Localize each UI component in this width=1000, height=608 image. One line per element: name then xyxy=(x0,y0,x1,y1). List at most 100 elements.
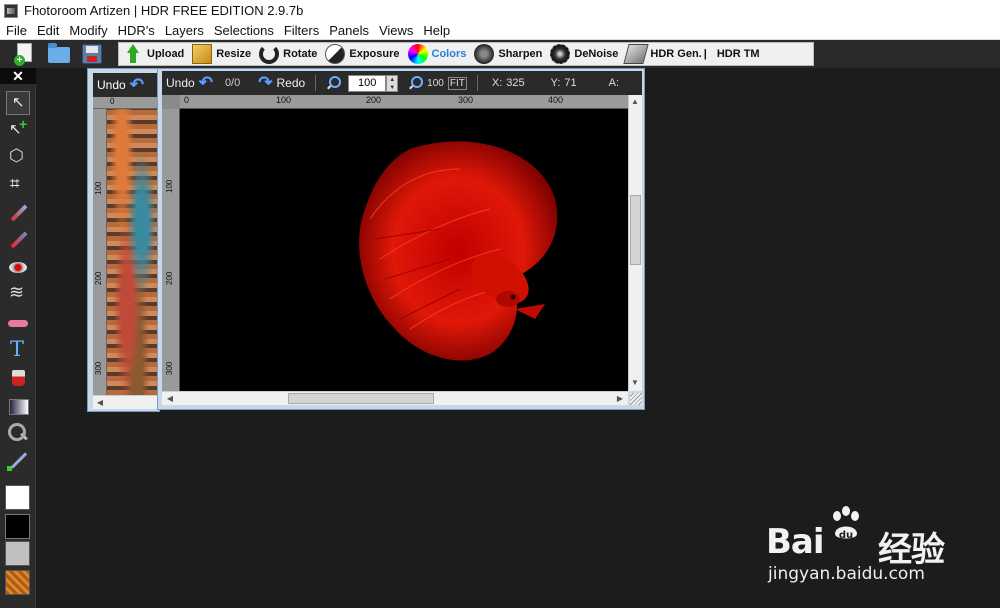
image-horizontal-scrollbar[interactable]: ◀ ▶ xyxy=(162,391,628,405)
undo-arrow-icon: ↶ xyxy=(198,73,213,92)
close-panel-button[interactable]: ✕ xyxy=(0,68,36,84)
ruler-label: 0 xyxy=(184,95,190,105)
menu-file[interactable]: File xyxy=(2,23,31,38)
eraser-icon[interactable] xyxy=(6,311,30,335)
ruler-label: 300 xyxy=(458,95,474,105)
hdr-gen-icon xyxy=(623,44,650,64)
ruler-label: 400 xyxy=(548,95,564,105)
zoom-fit-button[interactable]: FIT xyxy=(447,76,467,90)
menu-views[interactable]: Views xyxy=(375,23,417,38)
menu-panels[interactable]: Panels xyxy=(325,23,373,38)
smudge-icon[interactable] xyxy=(6,282,30,307)
text-icon[interactable] xyxy=(6,337,30,362)
menu-layers[interactable]: Layers xyxy=(161,23,208,38)
red-eye-icon[interactable] xyxy=(6,256,30,280)
horizontal-scroll-thumb[interactable] xyxy=(288,393,434,404)
image-canvas[interactable] xyxy=(180,109,628,391)
fill-bucket-icon[interactable] xyxy=(6,366,30,390)
rotate-icon xyxy=(259,44,280,64)
gradient-icon[interactable] xyxy=(6,394,30,418)
scroll-up-arrow-icon[interactable]: ▲ xyxy=(629,96,641,108)
image-window: Undo ↶ 0/0 ↷ Redo 100 ▲ ▼ 100 FIT X: 325 … xyxy=(157,68,645,410)
tertiary-color-swatch[interactable] xyxy=(5,541,30,566)
toolbar-divider xyxy=(476,75,478,91)
ruler-label: 200 xyxy=(165,271,174,285)
vertical-scroll-thumb[interactable] xyxy=(630,195,641,265)
scroll-left-arrow-icon[interactable]: ◀ xyxy=(164,393,176,405)
image-toolbar: Undo ↶ 0/0 ↷ Redo 100 ▲ ▼ 100 FIT X: 325 … xyxy=(162,71,642,95)
ruler-label: 0 xyxy=(110,97,115,106)
resize-button[interactable]: Resize xyxy=(188,43,255,65)
zoom-out-icon[interactable] xyxy=(408,76,424,90)
save-disk-icon[interactable] xyxy=(80,42,104,66)
pencil-icon[interactable] xyxy=(6,228,30,252)
zoom-100-button[interactable]: 100 xyxy=(427,78,444,89)
menu-edit[interactable]: Edit xyxy=(33,23,63,38)
menu-filters[interactable]: Filters xyxy=(280,23,323,38)
layers-ruler-left: 100 200 300 xyxy=(93,109,107,395)
scroll-right-arrow-icon[interactable]: ▶ xyxy=(614,393,626,405)
resize-grip-icon[interactable] xyxy=(630,393,642,405)
baidu-paw-icon: du xyxy=(833,506,859,541)
layer-thumbnail[interactable] xyxy=(107,109,157,395)
hdr-gen-button[interactable]: HDR Gen. | xyxy=(622,43,712,65)
menu-bar: File Edit Modify HDR's Layers Selections… xyxy=(0,21,1000,40)
exposure-label: Exposure xyxy=(349,48,400,60)
toolbar-separator: | xyxy=(703,48,707,60)
hdr-tm-label: HDR TM xyxy=(716,48,760,60)
rotate-button[interactable]: Rotate xyxy=(255,43,321,65)
layers-panel: Undo ↶ 0 100 200 300 ◀ xyxy=(87,68,160,412)
menu-hdrs[interactable]: HDR's xyxy=(114,23,159,38)
image-redo-label: Redo xyxy=(276,76,306,90)
new-file-icon[interactable]: + xyxy=(14,42,38,66)
menu-modify[interactable]: Modify xyxy=(65,23,111,38)
color-wheel-icon xyxy=(407,44,428,64)
select-arrow-icon[interactable] xyxy=(6,91,30,115)
denoise-button[interactable]: DeNoise xyxy=(546,43,622,65)
upload-button[interactable]: Upload xyxy=(119,43,188,65)
primary-color-swatch[interactable] xyxy=(5,485,30,510)
colors-label: Colors xyxy=(431,48,467,60)
betta-fish-image xyxy=(359,141,558,361)
scroll-down-arrow-icon[interactable]: ▼ xyxy=(629,377,641,389)
zoom-in-icon[interactable] xyxy=(326,76,342,90)
color-picker-icon[interactable] xyxy=(6,449,30,473)
crop-icon[interactable] xyxy=(6,174,30,198)
folder-shape xyxy=(48,43,70,63)
layers-undo-button[interactable]: Undo ↶ xyxy=(93,73,157,97)
open-folder-icon[interactable] xyxy=(47,42,71,66)
image-undo-label: Undo xyxy=(166,76,195,90)
hdr-tm-button[interactable]: HDR TM xyxy=(713,43,764,65)
title-bar: Fhotoroom Artizen | HDR FREE EDITION 2.9… xyxy=(0,0,1000,21)
resize-icon xyxy=(192,44,213,64)
lasso-icon[interactable] xyxy=(6,146,30,170)
undo-arrow-icon: ↶ xyxy=(129,75,144,94)
zoom-spinner[interactable]: ▲ ▼ xyxy=(386,74,399,92)
zoom-icon[interactable] xyxy=(6,421,30,445)
exposure-button[interactable]: Exposure xyxy=(321,43,403,65)
scroll-left-arrow-icon[interactable]: ◀ xyxy=(94,397,106,409)
menu-selections[interactable]: Selections xyxy=(210,23,278,38)
image-redo-button[interactable]: ↷ Redo xyxy=(258,73,305,93)
app-icon xyxy=(4,3,18,18)
redo-arrow-icon: ↷ xyxy=(258,73,273,92)
layers-horizontal-scrollbar[interactable]: ◀ xyxy=(93,395,157,409)
brush-icon[interactable] xyxy=(6,201,30,225)
disk-shape xyxy=(82,44,102,64)
ruler-label: 100 xyxy=(276,95,292,105)
upload-label: Upload xyxy=(147,48,185,60)
main-toolbar: + Upload Resize Rotate Exposure Colors S… xyxy=(0,40,1000,68)
sharpen-icon xyxy=(474,44,495,64)
y-coordinate-value: 71 xyxy=(564,77,577,89)
colors-button[interactable]: Colors xyxy=(404,43,471,65)
texture-swatch[interactable] xyxy=(5,570,30,595)
menu-help[interactable]: Help xyxy=(419,23,454,38)
image-ruler-left: 100 200 300 xyxy=(162,109,180,391)
secondary-color-swatch[interactable] xyxy=(5,514,30,539)
image-undo-button[interactable]: Undo ↶ xyxy=(166,73,213,93)
denoise-label: DeNoise xyxy=(574,48,619,60)
image-vertical-scrollbar[interactable]: ▲ ▼ xyxy=(628,95,642,391)
add-selection-icon[interactable] xyxy=(6,116,30,143)
zoom-input[interactable]: 100 xyxy=(348,74,387,92)
sharpen-button[interactable]: Sharpen xyxy=(470,43,546,65)
